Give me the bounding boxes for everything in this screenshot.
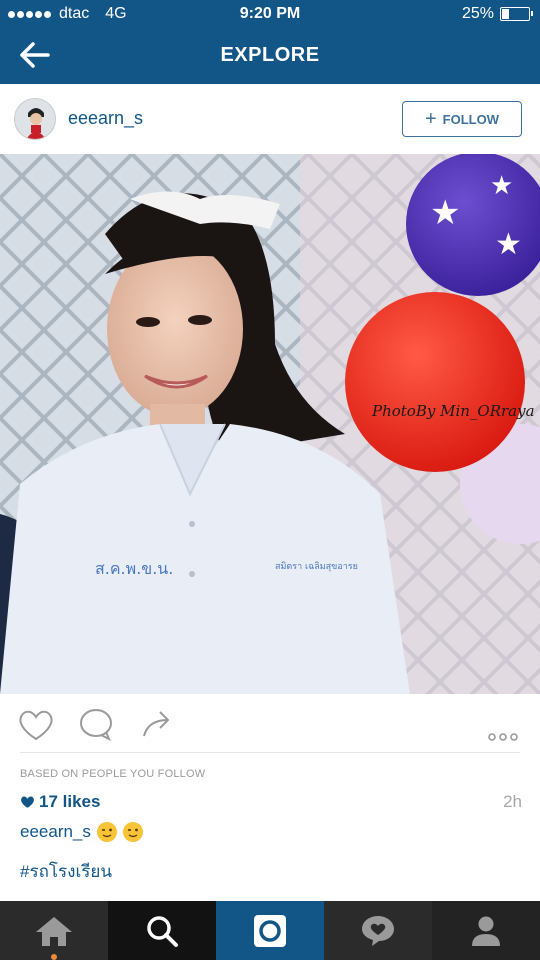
divider [20,752,520,753]
home-icon [36,916,72,946]
photo-watermark: PhotoBy Min_ORraya [371,402,535,420]
svg-text:★: ★ [490,171,513,201]
tab-activity[interactable] [324,901,432,960]
camera-icon [254,914,286,947]
more-options-icon[interactable] [486,708,522,742]
likes-row: 17 likes 2h [20,790,522,812]
svg-text:ส.ค.พ.ข.น.: ส.ค.พ.ข.น. [95,559,173,578]
follow-button[interactable]: + FOLLOW [402,101,522,137]
wink-emoji-icon [96,822,117,842]
likes-count[interactable]: 17 likes [20,792,100,812]
bottom-tab-bar [0,901,540,960]
post-photo[interactable]: ★ ★ ★ ส.ค.พ.ข.น. สมิตรา เฉลิมสุขอารย Pho… [0,154,540,694]
search-icon [147,915,178,947]
explore-screen: dtac 4G 9:20 PM 25% EXPLORE eeearn_s + F… [0,0,540,960]
avatar[interactable] [14,98,56,140]
profile-icon [472,916,500,946]
post-username[interactable]: eeearn_s [68,108,143,129]
like-heart-icon[interactable] [18,708,54,742]
share-arrow-icon[interactable] [138,708,174,742]
photo-image: ★ ★ ★ ส.ค.พ.ข.น. สมิตรา เฉลิมสุขอารย Pho… [0,154,540,694]
follow-label: FOLLOW [442,111,499,127]
heart-icon [21,796,34,808]
svg-text:★: ★ [430,193,460,233]
nav-bar: EXPLORE [0,28,540,84]
comment-bubble-icon[interactable] [78,708,114,742]
post-header: eeearn_s + FOLLOW [0,84,540,154]
wink-emoji-icon [122,822,143,842]
tab-profile[interactable] [432,901,540,960]
activity-icon [362,915,394,946]
post-time: 2h [503,792,522,811]
hashtag-link[interactable]: #รถโรงเรียน [20,858,112,885]
likes-text: 17 likes [39,792,101,811]
tab-home[interactable] [0,901,108,960]
recommendation-label: BASED ON PEOPLE YOU FOLLOW [20,768,206,780]
page-title: EXPLORE [220,44,320,66]
battery-percent: 25% [461,5,494,22]
caption-username[interactable]: eeearn_s [20,822,91,842]
app-header: dtac 4G 9:20 PM 25% EXPLORE [0,0,540,84]
post-actions [0,694,540,754]
status-bar: dtac 4G 9:20 PM 25% [0,0,540,28]
tab-explore[interactable] [108,901,216,960]
battery-icon [500,7,533,21]
status-time: 9:20 PM [239,5,301,22]
tab-camera[interactable] [216,901,324,960]
notification-dot [51,954,57,960]
plus-icon: + [424,108,437,130]
svg-text:สมิตรา เฉลิมสุขอารย: สมิตรา เฉลิมสุขอารย [275,561,358,572]
svg-text:★: ★ [495,227,522,262]
caption: eeearn_s [20,822,143,842]
